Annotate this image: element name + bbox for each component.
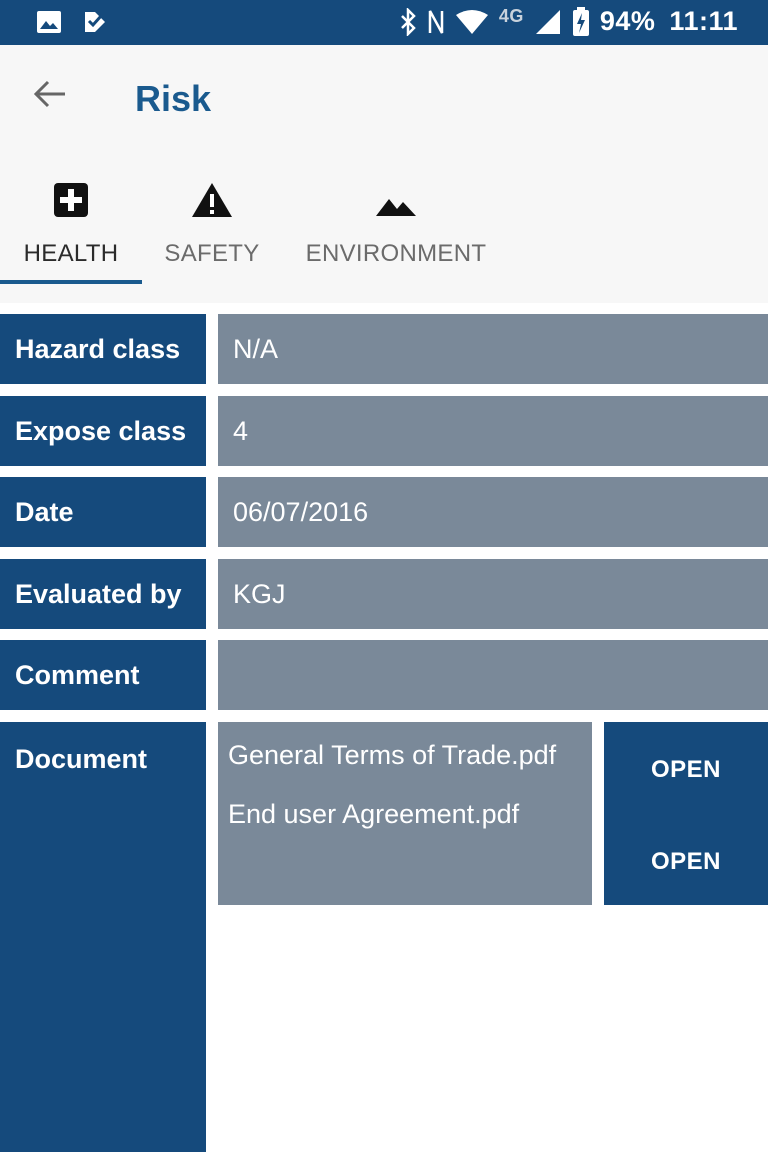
wifi-icon [455,9,489,35]
battery-percent: 94% [599,6,656,36]
network-type: 4G [498,6,524,26]
field-label: Expose class [0,396,206,466]
clock: 11:11 [669,6,738,36]
back-button[interactable] [30,76,70,116]
mountains-icon [375,172,417,218]
field-value: 06/07/2016 [218,477,768,547]
medical-plus-icon [53,172,89,218]
document-name: End user Agreement.pdf [228,799,520,829]
signal-icon [534,8,562,36]
tab-health[interactable]: HEALTH [22,168,120,284]
open-document-button[interactable]: OPEN [604,750,768,790]
document-label: Document [0,722,206,1152]
field-label: Date [0,477,206,547]
battery-charging-icon [572,6,590,37]
tab-safety[interactable]: SAFETY [164,168,260,284]
status-bar: 4G 94% 11:11 [0,0,768,45]
field-row-date: Date 06/07/2016 [0,477,768,547]
open-document-button[interactable]: OPEN [604,842,768,882]
arrow-left-icon [33,79,67,114]
document-name: General Terms of Trade.pdf [228,740,557,770]
active-tab-indicator [0,280,142,284]
field-value [218,640,768,710]
tab-environment-label: ENVIRONMENT [305,240,487,267]
image-icon [36,10,62,34]
field-label: Comment [0,640,206,710]
field-row-comment: Comment [0,640,768,710]
field-row-hazard-class: Hazard class N/A [0,314,768,384]
field-label: Evaluated by [0,559,206,629]
nfc-icon [427,9,445,35]
field-row-evaluated-by: Evaluated by KGJ [0,559,768,629]
document-list: General Terms of Trade.pdf End user Agre… [218,722,592,905]
field-label: Hazard class [0,314,206,384]
field-value: KGJ [218,559,768,629]
page-title: Risk [135,78,212,119]
field-row-expose-class: Expose class 4 [0,396,768,466]
field-value: N/A [218,314,768,384]
bluetooth-icon [399,7,417,36]
check-badge-icon [82,9,108,35]
field-value: 4 [218,396,768,466]
warning-triangle-icon [191,172,233,218]
tab-health-label: HEALTH [23,240,119,267]
tab-safety-label: SAFETY [164,240,260,267]
document-actions: OPEN OPEN [604,722,768,905]
tab-environment[interactable]: ENVIRONMENT [304,168,488,284]
